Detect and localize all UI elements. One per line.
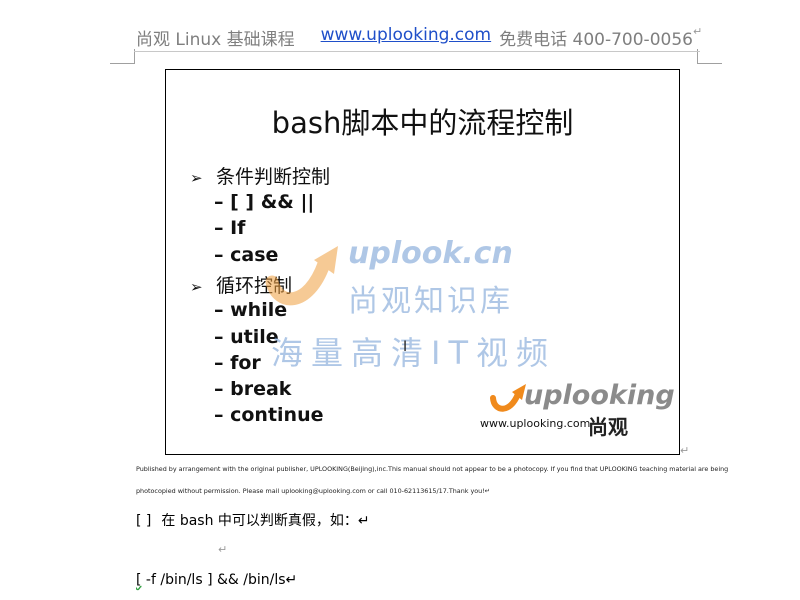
logo-url: www.uplooking.com bbox=[480, 417, 591, 430]
bracket-text: [ ] bbox=[136, 513, 152, 529]
header-course-title: 尚观 Linux 基础课程 bbox=[136, 30, 295, 50]
copyright-notice-line-2: photocopied without permission. Please m… bbox=[136, 487, 491, 495]
watermark-name: 尚观知识库 bbox=[348, 284, 513, 319]
arrow-bullet-icon: ➢ bbox=[190, 278, 203, 296]
crop-mark-top-left bbox=[110, 49, 135, 64]
body-paragraph-1[interactable]: [ ] 在 bash 中可以判断真假，如：↵ bbox=[136, 510, 370, 530]
list-item: – break bbox=[214, 378, 292, 400]
crop-mark-top-right bbox=[697, 49, 722, 64]
list-item: – utile bbox=[214, 326, 279, 348]
body-paragraph-2[interactable]: [ -f /bin/ls ] && /bin/ls↵ bbox=[136, 572, 297, 588]
document-page: 尚观 Linux 基础课程 www.uplooking.com 免费电话 400-7… bbox=[0, 0, 800, 600]
embedded-slide[interactable]: bash脚本中的流程控制 ➢ 条件判断控制 – [ ] && || – If – … bbox=[165, 69, 680, 455]
paragraph-mark: ↵ bbox=[218, 543, 228, 556]
paragraph-mark: ↵ bbox=[680, 444, 690, 457]
page-header: 尚观 Linux 基础课程 www.uplooking.com 免费电话 400-7… bbox=[136, 25, 736, 51]
section-conditional: ➢ 条件判断控制 bbox=[190, 162, 330, 189]
i-beam-cursor-icon: I bbox=[403, 339, 408, 355]
logo-wordmark: uplooking bbox=[524, 380, 675, 411]
section-label: 条件判断控制 bbox=[216, 166, 331, 188]
logo-chinese: 尚观 bbox=[588, 415, 628, 439]
watermark-slogan: 海量高清IT视频 bbox=[271, 334, 556, 372]
list-item: – continue bbox=[214, 404, 324, 426]
watermark-site: uplook.cn bbox=[348, 236, 513, 271]
logo-swoosh-icon bbox=[490, 384, 526, 412]
paragraph-text: 在 bash 中可以判断真假，如：↵ bbox=[161, 513, 370, 529]
header-rule bbox=[134, 51, 700, 52]
uplooking-logo: uplooking www.uplooking.com 尚观 bbox=[480, 380, 675, 442]
paragraph-mark: ↵ bbox=[692, 25, 703, 38]
arrow-bullet-icon: ➢ bbox=[190, 169, 203, 187]
slide-title: bash脚本中的流程控制 bbox=[271, 106, 574, 140]
list-item: – for bbox=[214, 352, 261, 374]
header-website-link[interactable]: www.uplooking.com bbox=[321, 25, 492, 45]
swoosh-arrow-icon bbox=[265, 246, 338, 306]
header-phone: 免费电话 400-700-0056 bbox=[499, 30, 693, 50]
copyright-notice-line-1: Published by arrangement with the origin… bbox=[136, 465, 729, 473]
list-item: – If bbox=[214, 217, 246, 239]
list-item: – [ ] && || bbox=[214, 191, 315, 213]
command-text: -f /bin/ls ] && /bin/ls↵ bbox=[141, 572, 298, 588]
